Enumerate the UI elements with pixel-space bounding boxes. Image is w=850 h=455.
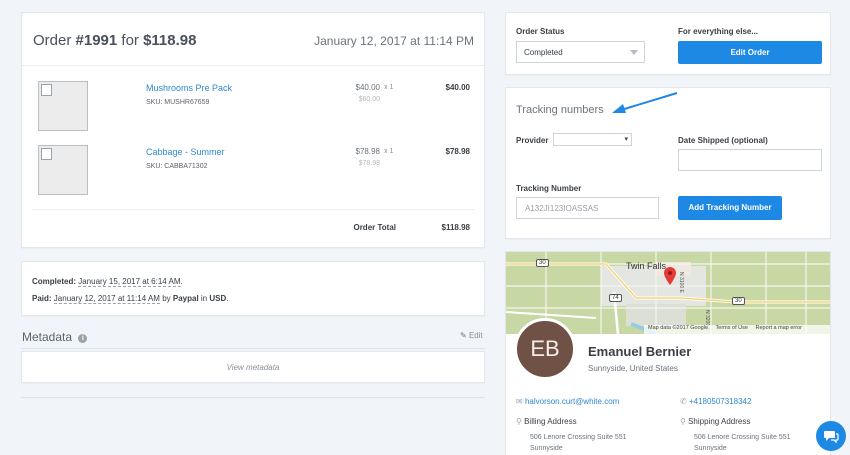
date-shipped-input[interactable] [678, 149, 822, 171]
chevron-down-icon: ▾ [624, 136, 628, 143]
map-marker-icon: ⚲ [516, 417, 522, 426]
customer-location: Sunnyside, United States [588, 364, 678, 373]
provider-select[interactable]: ▾ [553, 133, 632, 146]
customer-phone[interactable]: ✆ +4180507318342 [680, 397, 751, 406]
order-title: Order #1991 for $118.98 [33, 32, 197, 49]
road-shield: 30 [732, 297, 745, 305]
product-link[interactable]: Mushrooms Pre Pack [146, 83, 232, 93]
map-road-label: N 3100 E [678, 272, 684, 293]
original-price: $78.98 [358, 160, 380, 167]
chevron-down-icon [630, 50, 638, 55]
line-total: $40.00 [445, 83, 470, 92]
order-date: January 12, 2017 at 11:14 PM [314, 34, 474, 48]
avatar: EB [514, 318, 576, 380]
order-status-label: Order Status [516, 27, 565, 36]
date-shipped-label: Date Shipped (optional) [678, 136, 768, 145]
metadata-heading: Metadata i [22, 330, 88, 344]
edit-order-button[interactable]: Edit Order [678, 41, 822, 64]
map-terms-link[interactable]: Terms of Use [716, 325, 748, 331]
view-metadata-link[interactable]: View metadata [22, 363, 484, 372]
tracking-number-input[interactable]: A132JI123IOASSAS [516, 197, 659, 219]
paid-date: January 12, 2017 at 11:14 AM [53, 294, 160, 304]
order-status-select[interactable]: Completed [516, 41, 645, 63]
product-thumbnail[interactable] [38, 81, 88, 131]
line-total: $78.98 [445, 147, 470, 156]
product-thumbnail[interactable] [38, 145, 88, 195]
road-shield: 30 [536, 259, 549, 267]
shipping-address: 506 Lenore Crossing Suite 551 Sunnyside [694, 434, 791, 452]
envelope-icon: ✉ [516, 397, 523, 406]
completed-date: January 15, 2017 at 6:14 AM [78, 277, 181, 287]
completed-line: Completed: January 15, 2017 at 6:14 AM. [32, 277, 183, 287]
metadata-card: View metadata [21, 351, 485, 383]
provider-label: Provider [516, 136, 549, 145]
shipping-address-label: ⚲ Shipping Address [680, 417, 751, 426]
map-report-link[interactable]: Report a map error [755, 325, 801, 331]
customer-card: 30 74 30 Twin Falls N 3100 E N 3200 E Ma… [505, 251, 831, 455]
tracking-number-label: Tracking Number [516, 184, 582, 193]
paid-line: Paid: January 12, 2017 at 11:14 AM by Pa… [32, 294, 229, 304]
tracking-heading: Tracking numbers [516, 104, 604, 116]
road-shield: 74 [609, 294, 622, 302]
customer-name[interactable]: Emanuel Bernier [588, 344, 691, 359]
phone-icon: ✆ [680, 397, 687, 406]
product-link[interactable]: Cabbage - Summer [146, 147, 225, 157]
original-price: $60.00 [358, 96, 380, 103]
chat-icon [824, 431, 839, 444]
customer-email[interactable]: ✉ halvorson.curt@white.com [516, 397, 619, 406]
quantity: x 1 [384, 84, 394, 91]
quantity: x 1 [384, 148, 394, 155]
map-footer: Map data ©2017 Google Terms of Use Repor… [644, 325, 830, 334]
order-card: Order #1991 for $118.98 January 12, 2017… [21, 12, 485, 248]
map-pin-icon[interactable] [664, 267, 676, 285]
annotation-arrow-icon [612, 92, 678, 113]
order-total-label: Order Total [353, 223, 396, 232]
metadata-edit-link[interactable]: ✎ Edit [460, 331, 483, 340]
pencil-icon: ✎ [460, 331, 467, 340]
unit-price: $40.00 [355, 83, 380, 92]
info-icon: i [78, 334, 88, 343]
payment-card: Completed: January 15, 2017 at 6:14 AM. … [21, 261, 485, 316]
product-sku: SKU: MUSHR67659 [146, 99, 210, 106]
chat-widget-button[interactable] [816, 421, 846, 451]
order-status-card: Order Status Completed For everything el… [505, 12, 831, 75]
billing-address-label: ⚲ Billing Address [516, 417, 577, 426]
map-attribution: Map data ©2017 Google [648, 325, 709, 331]
add-tracking-number-button[interactable]: Add Tracking Number [678, 196, 782, 220]
everything-else-label: For everything else... [678, 27, 759, 36]
product-sku: SKU: CABBA71302 [146, 163, 208, 170]
order-total-value: $118.98 [441, 223, 470, 232]
map-city-label: Twin Falls [626, 261, 667, 271]
billing-address: 506 Lenore Crossing Suite 551 Sunnyside [530, 434, 627, 452]
unit-price: $78.98 [355, 147, 380, 156]
map-marker-icon: ⚲ [680, 417, 686, 426]
